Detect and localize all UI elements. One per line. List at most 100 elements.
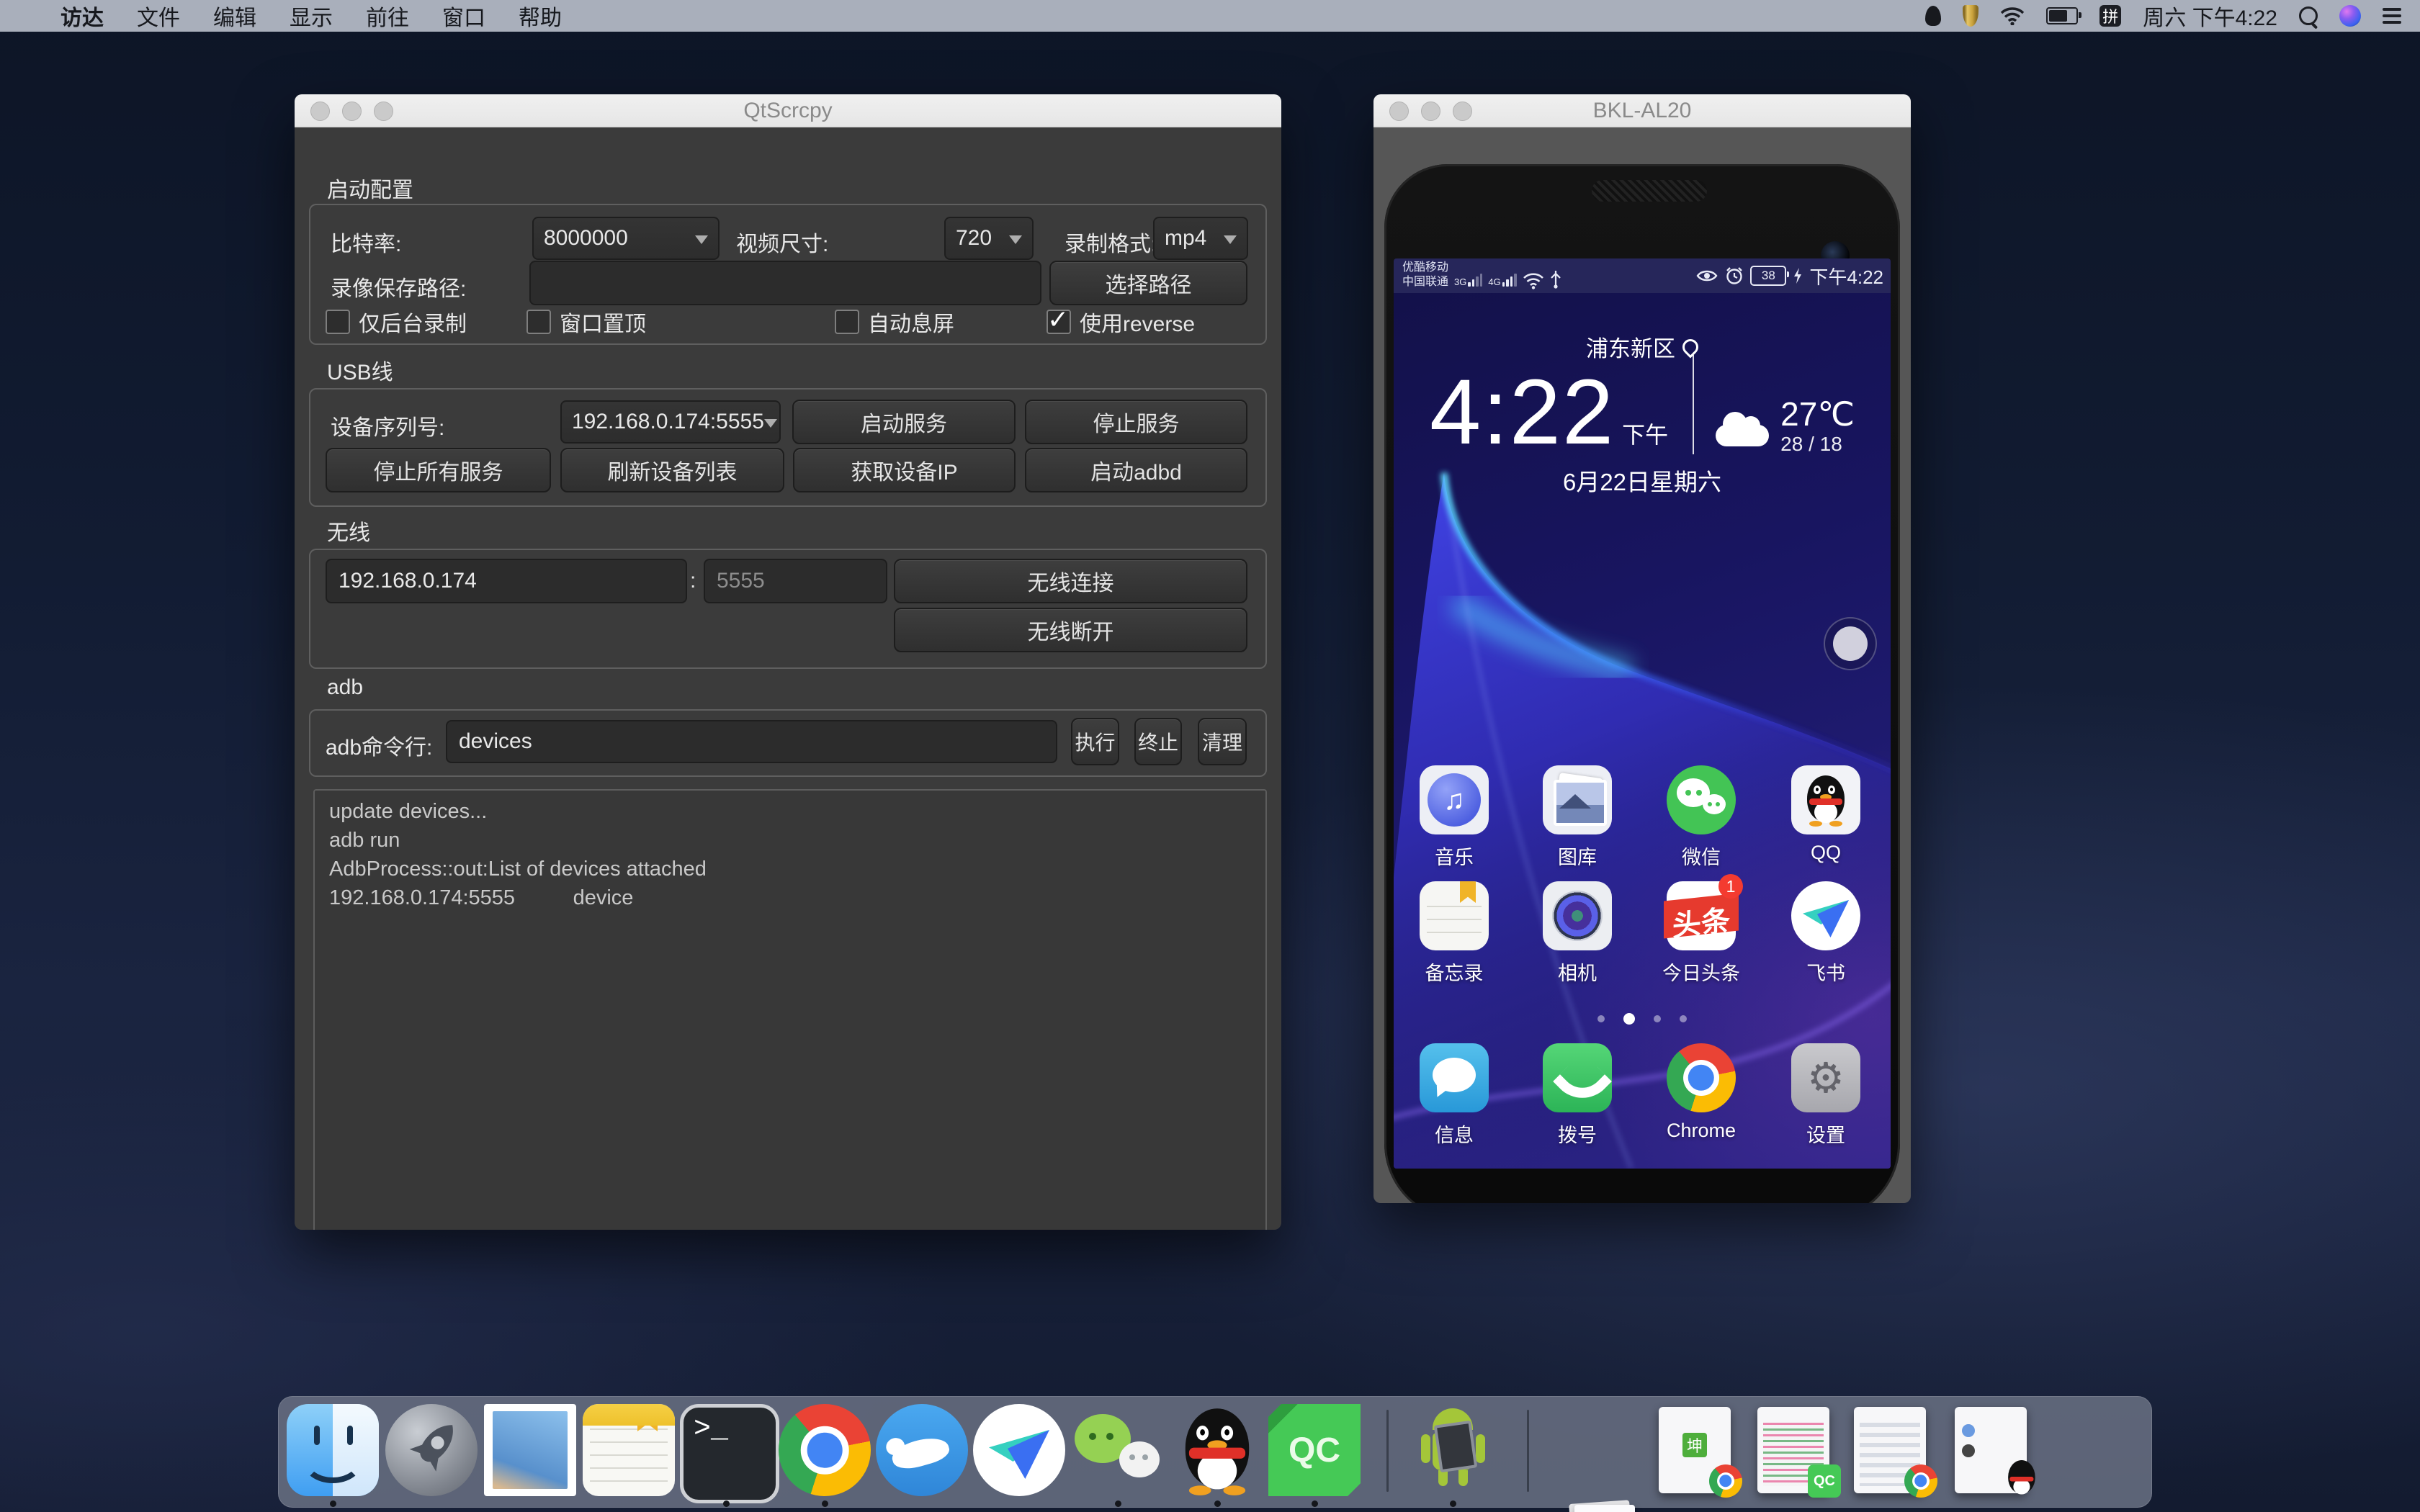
video-size-select[interactable]: 720 [944, 217, 1034, 260]
save-path-input[interactable] [529, 261, 1041, 305]
zoom-button[interactable] [1453, 102, 1472, 121]
bitrate-select[interactable]: 8000000 [532, 217, 720, 260]
wireless-ip-input[interactable]: 192.168.0.174 [326, 559, 687, 603]
dock-mail-icon[interactable] [484, 1404, 576, 1496]
dock-launchpad-icon[interactable] [385, 1404, 478, 1496]
get-device-ip-button[interactable]: 获取设备IP [793, 448, 1016, 492]
refresh-device-list-button[interactable]: 刷新设备列表 [560, 448, 784, 492]
app-label: 备忘录 [1397, 958, 1512, 986]
zoom-button[interactable] [374, 102, 393, 121]
adb-cmd-input[interactable]: devices [446, 720, 1057, 763]
app-chrome[interactable]: Chrome [1644, 1043, 1759, 1142]
menu-edit[interactable]: 编辑 [213, 0, 256, 32]
app-toutiao[interactable]: 头条 1 今日头条 [1644, 881, 1759, 986]
checkbox-icon[interactable] [526, 310, 551, 334]
dock-seal-app-icon[interactable] [876, 1404, 968, 1496]
menu-go[interactable]: 前往 [366, 0, 409, 32]
bitrate-value: 8000000 [544, 226, 628, 251]
chrome-icon [1904, 1464, 1937, 1498]
dock-qtcreator-icon[interactable]: QC [1268, 1404, 1361, 1496]
dialer-icon [1543, 1043, 1612, 1112]
stop-all-services-button[interactable]: 停止所有服务 [326, 448, 551, 492]
dock-documents-stack[interactable] [1556, 1496, 1648, 1512]
app-feishu[interactable]: 飞书 [1768, 881, 1883, 986]
clock-widget[interactable]: 4:22 下午 27℃ 28 / 18 [1394, 355, 1891, 459]
dock-finder-icon[interactable] [287, 1404, 379, 1496]
close-button[interactable] [1389, 102, 1409, 121]
choose-path-button[interactable]: 选择路径 [1049, 261, 1247, 305]
app-notes[interactable]: 备忘录 [1397, 881, 1512, 986]
app-dialer[interactable]: 拨号 [1520, 1043, 1635, 1148]
menu-help[interactable]: 帮助 [519, 0, 562, 32]
notification-list-icon[interactable] [2383, 8, 2401, 24]
wireless-disconnect-button[interactable]: 无线断开 [894, 608, 1247, 652]
wireless-port-input[interactable]: 5555 [704, 559, 887, 603]
app-wechat[interactable]: 微信 [1644, 765, 1759, 870]
dock-minimized-window-qq[interactable] [1945, 1404, 2037, 1496]
app-label: 微信 [1644, 842, 1759, 870]
home-page-dots[interactable] [1394, 1013, 1891, 1025]
menu-finder[interactable]: 访达 [60, 0, 104, 32]
dock-minimized-window-qtcreator[interactable]: QC [1747, 1404, 1839, 1496]
app-messages[interactable]: 信息 [1397, 1043, 1512, 1148]
dock-minimized-window-browser[interactable] [1844, 1404, 1936, 1496]
wifi-icon[interactable] [2000, 6, 2025, 25]
checkbox-auto-screen-off[interactable]: 自动息屏 [835, 306, 954, 338]
adb-log-output[interactable]: update devices... adb run AdbProcess::ou… [313, 789, 1267, 1230]
record-format-select[interactable]: mp4 [1153, 217, 1248, 260]
app-camera[interactable]: 相机 [1520, 881, 1635, 986]
wireless-connect-button[interactable]: 无线连接 [894, 559, 1247, 603]
phone-window-titlebar[interactable]: BKL-AL20 [1373, 94, 1911, 127]
adb-kill-button[interactable]: 终止 [1134, 718, 1182, 765]
dock-feishu-icon[interactable] [973, 1404, 1065, 1496]
search-icon[interactable] [2299, 6, 2318, 25]
adb-clear-button[interactable]: 清理 [1198, 718, 1247, 765]
start-adbd-button[interactable]: 启动adbd [1025, 448, 1247, 492]
phone-screen[interactable]: 优酷移动 中国联通 3G 4G [1394, 258, 1891, 1169]
menu-bar-clock[interactable]: 周六 下午4:22 [2143, 0, 2277, 32]
qq-penguin-icon[interactable] [1925, 6, 1941, 26]
assistive-touch-ball[interactable] [1824, 617, 1877, 670]
checkbox-checked-icon[interactable] [1047, 310, 1071, 334]
app-label: 飞书 [1768, 958, 1883, 986]
menu-file[interactable]: 文件 [137, 0, 180, 32]
pinyin-input-icon[interactable]: 拼 [2099, 5, 2121, 27]
checkbox-icon[interactable] [835, 310, 859, 334]
app-music[interactable]: ♫ 音乐 [1397, 765, 1512, 870]
minimize-button[interactable] [1421, 102, 1440, 121]
cloud-icon [1716, 425, 1769, 446]
menu-bar-left: 访达 文件 编辑 显示 前往 窗口 帮助 [0, 0, 562, 32]
app-qq[interactable]: QQ [1768, 765, 1883, 864]
shield-icon[interactable] [1963, 5, 1978, 27]
checkbox-use-reverse[interactable]: 使用reverse [1047, 306, 1195, 338]
dock-chrome-icon[interactable] [779, 1404, 871, 1496]
dock-android-scrcpy-icon[interactable] [1407, 1404, 1499, 1496]
qtscrcpy-titlebar[interactable]: QtScrcpy [295, 94, 1281, 127]
qtscrcpy-window: QtScrcpy 启动配置 比特率: 8000000 视频尺寸: 720 录制格… [295, 94, 1281, 1230]
checkbox-window-on-top[interactable]: 窗口置顶 [526, 306, 646, 338]
minimize-button[interactable] [342, 102, 362, 121]
adb-exec-button[interactable]: 执行 [1071, 718, 1119, 765]
menu-window[interactable]: 窗口 [442, 0, 485, 32]
menu-view[interactable]: 显示 [290, 0, 333, 32]
start-service-button[interactable]: 启动服务 [792, 400, 1016, 444]
log-line: 192.168.0.174:5555 device [329, 887, 1251, 910]
dock-minimized-window-kun[interactable]: 坤 [1649, 1404, 1741, 1496]
status-right: 38 下午4:22 [1695, 258, 1883, 293]
dock-terminal-icon[interactable]: >_ [680, 1404, 779, 1503]
status-left: 优酷移动 中国联通 3G 4G [1402, 261, 1561, 289]
app-gallery[interactable]: 图库 [1520, 765, 1635, 870]
dock-wechat-icon[interactable] [1072, 1404, 1164, 1496]
checkbox-icon[interactable] [326, 310, 350, 334]
checkbox-background-record[interactable]: 仅后台录制 [326, 306, 467, 338]
dock-notes-icon[interactable] [583, 1404, 675, 1496]
weather-widget[interactable]: 27℃ 28 / 18 [1716, 396, 1855, 456]
close-button[interactable] [310, 102, 330, 121]
stop-service-button[interactable]: 停止服务 [1025, 400, 1247, 444]
qq-icon [1791, 765, 1860, 834]
battery-icon[interactable] [2046, 7, 2078, 24]
serial-select[interactable]: 192.168.0.174:5555 [560, 400, 781, 444]
siri-icon[interactable] [2339, 5, 2361, 27]
dock-qq-icon[interactable] [1171, 1404, 1263, 1496]
app-settings[interactable]: ⚙ 设置 [1768, 1043, 1883, 1148]
